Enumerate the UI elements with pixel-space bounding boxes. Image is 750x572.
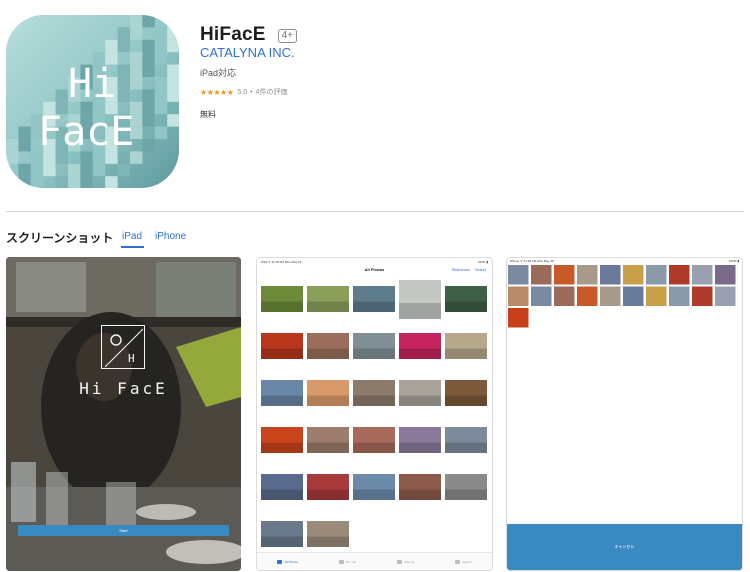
tab-albums[interactable]: Albums — [397, 559, 414, 564]
compatibility-label: iPad対応 — [200, 68, 237, 78]
albums-icon — [397, 559, 403, 564]
screenshot-1-title: Hi FacE — [79, 379, 168, 398]
screenshot-3[interactable]: iPhone ᯤ 11:18 AM Mon May 25 100% ▮ キャンセ… — [506, 257, 743, 571]
face-thumbnail — [715, 286, 736, 306]
tab-for-you[interactable]: For You — [338, 559, 356, 564]
tab-iphone[interactable]: iPhone — [155, 231, 186, 242]
face-thumbnail — [669, 265, 690, 285]
face-thumbnail — [669, 286, 690, 306]
face-thumbnail — [554, 286, 575, 306]
face-thumbnail — [508, 308, 529, 328]
age-rating-badge: 4+ — [277, 29, 298, 43]
face-thumbnail — [692, 265, 713, 285]
face-thumbnail — [508, 265, 529, 285]
svg-text:Hi: Hi — [68, 61, 116, 107]
rating-row: ★★★★★ 5.0 • 4件の評価 — [200, 87, 287, 97]
cancel-button[interactable]: キャンセル — [507, 524, 742, 570]
face-thumbnail — [623, 265, 644, 285]
screenshot-1[interactable]: H Hi FacE Start — [6, 257, 241, 571]
search-icon — [454, 559, 460, 564]
screenshot-2[interactable]: iPad ᯤ 11:18 AM Mon May 25 100% ▮ All Ph… — [256, 257, 493, 571]
face-thumbnail — [623, 286, 644, 306]
face-grid — [508, 265, 736, 328]
face-thumbnail — [646, 265, 667, 285]
active-tab-indicator — [121, 246, 144, 248]
screenshot-1-photo — [6, 257, 241, 571]
app-icon-mosaic: Hi FacE — [6, 15, 179, 188]
price-label: 無料 — [200, 110, 216, 119]
face-thumbnail — [554, 265, 575, 285]
start-button[interactable]: Start — [18, 525, 229, 536]
svg-text:H: H — [128, 352, 135, 365]
face-thumbnail — [715, 265, 736, 285]
developer-link[interactable]: CATALYNA INC. — [200, 45, 295, 60]
tab-ipad[interactable]: iPad — [122, 231, 142, 242]
status-bar: iPhone ᯤ 11:18 AM Mon May 25 100% ▮ — [510, 259, 739, 263]
status-bar: iPad ᯤ 11:18 AM Mon May 25 100% ▮ — [261, 260, 488, 264]
face-thumbnail — [600, 286, 621, 306]
photos-icon — [277, 559, 283, 564]
app-title: HiFacE — [200, 24, 266, 45]
status-left: iPhone ᯤ 11:18 AM Mon May 25 — [510, 259, 554, 263]
rating-value: 5.0 — [237, 88, 248, 96]
svg-text:FacE: FacE — [38, 109, 134, 155]
section-divider — [6, 211, 744, 212]
app-icon: Hi FacE — [6, 15, 179, 188]
face-thumbnail — [508, 286, 529, 306]
face-thumbnail — [692, 286, 713, 306]
face-thumbnail — [577, 286, 598, 306]
slideshow-link[interactable]: Slideshow — [452, 267, 470, 272]
rating-separator: • — [250, 88, 253, 96]
rating-count: 4件の評価 — [255, 89, 288, 96]
face-thumbnail — [646, 286, 667, 306]
face-thumbnail — [531, 286, 552, 306]
status-left: iPad ᯤ 11:18 AM Mon May 25 — [261, 260, 302, 264]
tab-all-photos[interactable]: All Photos — [277, 559, 298, 564]
tab-search[interactable]: Search — [454, 559, 472, 564]
screenshots-heading: スクリーンショット — [6, 231, 114, 245]
for-you-icon — [338, 559, 344, 564]
tab-bar: All Photos For You Albums Search — [257, 552, 492, 570]
status-right: 100% ▮ — [728, 259, 739, 263]
face-thumbnail — [531, 265, 552, 285]
status-right: 100% ▮ — [477, 260, 488, 264]
photo-grid — [261, 280, 487, 547]
hiface-logo-icon: H — [101, 325, 145, 369]
nav-bar: All Photos Slideshow Select — [257, 267, 492, 277]
select-link[interactable]: Select — [475, 267, 486, 272]
face-thumbnail — [600, 265, 621, 285]
star-rating-icon: ★★★★★ — [200, 87, 234, 97]
face-thumbnail — [577, 265, 598, 285]
